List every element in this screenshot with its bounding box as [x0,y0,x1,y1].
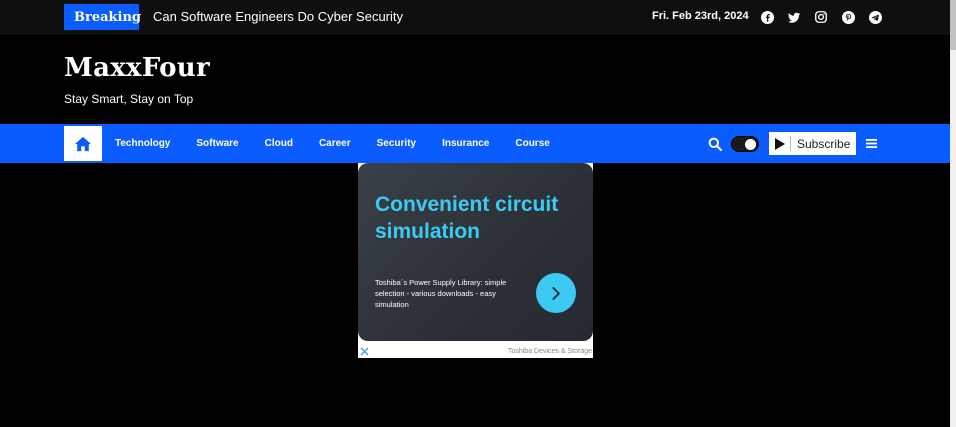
ad-sponsor[interactable]: Toshiba Devices & Storage [508,348,592,355]
play-icon [769,136,791,151]
ad-arrow-button[interactable] [536,273,576,313]
ad-title: Convenient circuit simulation [375,193,559,243]
ad-close-icon[interactable] [360,347,369,356]
dark-mode-toggle[interactable] [731,136,759,152]
site-title[interactable]: MaxxFour [64,53,210,83]
pinterest-icon[interactable] [840,9,856,25]
facebook-icon[interactable] [759,9,775,25]
home-button[interactable] [64,126,102,161]
ad-description: Toshiba´s Power Supply Library: simple s… [375,278,507,309]
nav-item-cloud[interactable]: Cloud [265,138,293,149]
scrollbar-thumb[interactable] [950,0,956,50]
breaking-label: Breaking [74,9,142,25]
hamburger-menu-icon[interactable] [866,138,877,149]
nav-item-technology[interactable]: Technology [115,138,170,149]
nav-item-career[interactable]: Career [319,138,351,149]
main-navigation: Technology Software Cloud Career Securit… [0,124,950,163]
nav-menu: Technology Software Cloud Career Securit… [115,124,576,163]
search-icon[interactable] [708,137,722,151]
nav-item-security[interactable]: Security [377,138,416,149]
chevron-right-icon [551,286,560,300]
subscribe-label: Subscribe [797,136,851,151]
top-bar: Breaking Can Software Engineers Do Cyber… [0,0,950,35]
ad-card[interactable]: Convenient circuit simulation Toshiba´s … [358,163,593,341]
breaking-headline-link[interactable]: Can Software Engineers Do Cyber Security [153,9,403,24]
twitter-icon[interactable] [786,9,802,25]
nav-item-software[interactable]: Software [196,138,238,149]
current-date: Fri. Feb 23rd, 2024 [652,10,749,22]
advertisement[interactable]: Convenient circuit simulation Toshiba´s … [358,163,593,358]
social-links [759,9,883,25]
breaking-badge: Breaking [64,4,142,30]
telegram-icon[interactable] [867,9,883,25]
nav-item-course[interactable]: Course [515,138,549,149]
moon-icon [745,139,756,150]
home-icon [75,136,91,151]
page-scrollbar[interactable] [950,0,956,427]
subscribe-button[interactable]: Subscribe [769,132,856,155]
instagram-icon[interactable] [813,9,829,25]
site-tagline: Stay Smart, Stay on Top [64,92,194,106]
nav-item-insurance[interactable]: Insurance [442,138,489,149]
